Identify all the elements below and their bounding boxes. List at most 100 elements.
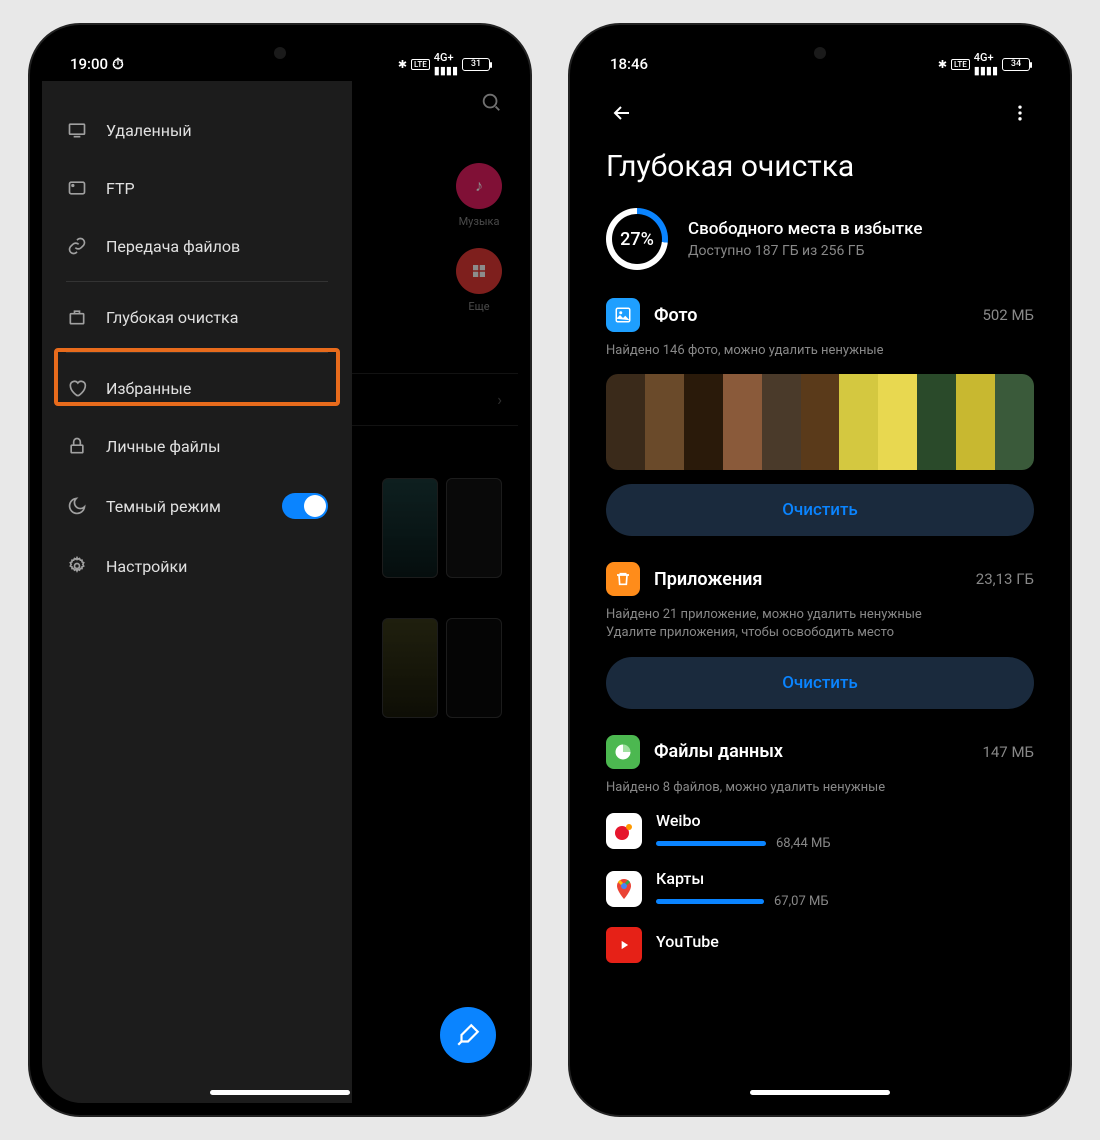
storage-summary: 27% Свободного места в избытке Доступно …: [606, 208, 1034, 270]
maps-icon: [606, 871, 642, 907]
page-title: Глубокая очистка: [606, 149, 1034, 184]
storage-percent: 27%: [620, 229, 654, 250]
photo-icon: [606, 298, 640, 332]
arrow-left-icon: [610, 101, 634, 125]
drawer-item-remote[interactable]: Удаленный: [42, 101, 352, 159]
brush-icon: [455, 1022, 481, 1048]
file-bar: [656, 899, 764, 904]
clean-fab[interactable]: [440, 1007, 496, 1063]
trash-icon: [606, 562, 640, 596]
section-sub: Найдено 146 фото, можно удалить ненужные: [606, 342, 1034, 360]
drawer-item-label: Удаленный: [106, 121, 192, 140]
file-name: Weibo: [656, 811, 1034, 830]
storage-detail: Доступно 187 ГБ из 256 ГБ: [688, 243, 922, 259]
moon-icon: [66, 495, 88, 517]
thumbnail[interactable]: [446, 618, 502, 718]
clock: 18:46: [610, 55, 648, 73]
home-indicator[interactable]: [210, 1090, 350, 1095]
file-name: Карты: [656, 869, 1034, 888]
drawer-item-label: Личные файлы: [106, 437, 221, 456]
drawer-item-transfer[interactable]: Передача файлов: [42, 217, 352, 275]
phone-left: 19:00 ⏱ ✱ LTE 4G+▮▮▮▮ 31 Удаленный: [30, 25, 530, 1115]
grid-icon: [456, 248, 502, 294]
section-data-head[interactable]: Файлы данных 147 МБ: [606, 735, 1034, 769]
screen-left: 19:00 ⏱ ✱ LTE 4G+▮▮▮▮ 31 Удаленный: [42, 37, 518, 1103]
section-title: Файлы данных: [654, 741, 968, 762]
lte-icon: LTE: [951, 59, 970, 70]
drawer-item-label: Избранные: [106, 379, 191, 398]
signal-icon: 4G+▮▮▮▮: [434, 51, 458, 77]
file-size: 67,07 МБ: [774, 894, 829, 909]
storage-status: Свободного места в избытке: [688, 219, 922, 239]
link-icon: [66, 235, 88, 257]
section-title: Фото: [654, 305, 968, 326]
gear-icon: [66, 555, 88, 577]
thumbnail-row: [368, 478, 502, 578]
youtube-icon: [606, 927, 642, 963]
more-vert-icon: [1010, 103, 1030, 123]
drawer-item-label: Передача файлов: [106, 237, 240, 256]
section-photo-head[interactable]: Фото 502 МБ: [606, 298, 1034, 332]
phone-right: 18:46 ✱ LTE 4G+▮▮▮▮ 34 Глубокая очистка: [570, 25, 1070, 1115]
notification-icon: ⏱: [112, 55, 124, 73]
thumbnail[interactable]: [446, 478, 502, 578]
back-button[interactable]: [610, 101, 634, 129]
section-size: 147 МБ: [982, 743, 1034, 761]
file-size: 68,44 МБ: [776, 836, 831, 851]
clean-photos-button[interactable]: Очистить: [606, 484, 1034, 536]
drawer-item-settings[interactable]: Настройки: [42, 537, 352, 595]
file-item-youtube[interactable]: YouTube: [606, 927, 1034, 963]
section-apps-head[interactable]: Приложения 23,13 ГБ: [606, 562, 1034, 596]
menu-button[interactable]: [1010, 103, 1030, 127]
drawer-item-deepclean[interactable]: Глубокая очистка: [42, 288, 352, 346]
photo-preview[interactable]: [606, 374, 1034, 470]
bluetooth-icon: ✱: [398, 58, 407, 71]
status-icons: ✱ LTE 4G+▮▮▮▮ 31: [398, 51, 490, 77]
status-bar: 18:46 ✱ LTE 4G+▮▮▮▮ 34: [582, 37, 1058, 81]
file-item-weibo[interactable]: Weibo 68,44 МБ: [606, 811, 1034, 851]
file-name: YouTube: [656, 932, 1034, 951]
section-sub: Найдено 8 файлов, можно удалить ненужные: [606, 779, 1034, 797]
darkmode-toggle[interactable]: [282, 493, 328, 519]
drawer-item-ftp[interactable]: FTP: [42, 159, 352, 217]
clock: 19:00: [70, 55, 108, 73]
drawer-item-label: Настройки: [106, 557, 187, 576]
home-indicator[interactable]: [750, 1090, 890, 1095]
drawer-item-label: Глубокая очистка: [106, 308, 238, 327]
chart-icon: [606, 735, 640, 769]
camera-notch: [814, 47, 826, 59]
lte-icon: LTE: [411, 59, 430, 70]
drawer-item-darkmode[interactable]: Темный режим: [42, 475, 352, 537]
ftp-icon: [66, 177, 88, 199]
screen-right: 18:46 ✱ LTE 4G+▮▮▮▮ 34 Глубокая очистка: [582, 37, 1058, 1103]
battery-indicator: 34: [1002, 58, 1030, 71]
drawer-item-favorites[interactable]: Избранные: [42, 359, 352, 417]
category-music[interactable]: ♪ Музыка: [456, 163, 502, 228]
section-size: 23,13 ГБ: [976, 570, 1034, 588]
camera-notch: [274, 47, 286, 59]
thumbnail-row: [368, 618, 502, 718]
battery-indicator: 31: [462, 58, 490, 71]
thumbnail[interactable]: [382, 478, 438, 578]
drawer-item-label: FTP: [106, 179, 135, 198]
weibo-icon: [606, 813, 642, 849]
clean-apps-button[interactable]: Очистить: [606, 657, 1034, 709]
section-title: Приложения: [654, 569, 962, 590]
monitor-icon: [66, 119, 88, 141]
section-size: 502 МБ: [982, 306, 1034, 324]
status-bar: 19:00 ⏱ ✱ LTE 4G+▮▮▮▮ 31: [42, 37, 518, 81]
divider: [66, 352, 328, 353]
file-item-maps[interactable]: Карты 67,07 МБ: [606, 869, 1034, 909]
thumbnail[interactable]: [382, 618, 438, 718]
search-icon[interactable]: [480, 91, 502, 113]
background-content: ♪ Музыка Еще ›: [352, 81, 518, 1103]
signal-icon: 4G+▮▮▮▮: [974, 51, 998, 77]
drawer-item-private[interactable]: Личные файлы: [42, 417, 352, 475]
nav-drawer: Удаленный FTP Передача файлов: [42, 81, 352, 1103]
category-more[interactable]: Еще: [456, 248, 502, 313]
bluetooth-icon: ✱: [938, 58, 947, 71]
lock-icon: [66, 435, 88, 457]
divider: [66, 281, 328, 282]
status-icons: ✱ LTE 4G+▮▮▮▮ 34: [938, 51, 1030, 77]
drawer-item-label: Темный режим: [106, 497, 221, 516]
